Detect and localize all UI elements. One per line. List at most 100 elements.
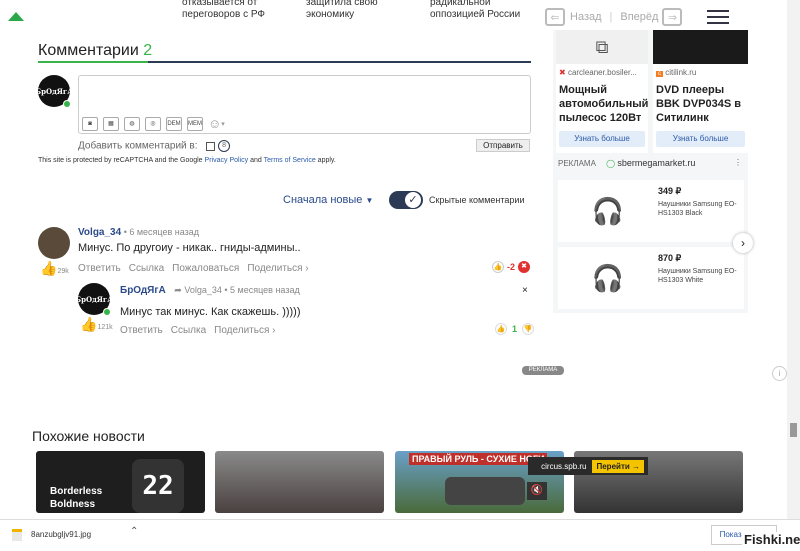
thumbs-up-icon: 👍	[80, 316, 98, 332]
more-vert-icon[interactable]: ⋮	[734, 158, 742, 167]
ad1-source: ✖ carcleaner.bosiler...	[559, 68, 645, 77]
caret-down-icon: ▼	[365, 196, 374, 205]
product2-price: 870 ₽	[658, 253, 682, 263]
share-link[interactable]: Поделиться ›	[247, 263, 308, 274]
reply-arrow-icon: ➦	[174, 285, 182, 295]
similar-news-title: Похожие новости	[32, 428, 145, 444]
share-link[interactable]: Поделиться ›	[214, 325, 275, 336]
video-icon[interactable]: ▦	[103, 116, 119, 131]
ad1-logo-icon: ✖	[559, 68, 568, 77]
instagram-icon[interactable]: ◎	[145, 116, 161, 131]
chevron-up-icon[interactable]: ⌃	[130, 526, 138, 537]
volga-avatar[interactable]	[38, 227, 70, 259]
news-link-3[interactable]: радикальной оппозицией России	[430, 0, 540, 21]
news-link-2[interactable]: защитила свою экономику	[306, 0, 416, 21]
ad-overlay: circus.spb.ru Перейти →	[528, 457, 648, 475]
file-icon	[12, 529, 22, 541]
ad2-button[interactable]: Узнать больше	[656, 131, 745, 147]
card1-line1: Borderless	[50, 486, 103, 497]
crosspost-checkbox[interactable]	[206, 141, 216, 151]
comment1-vote: 👍 -2 ✖	[492, 261, 531, 273]
ad2-source: c citilink.ru	[656, 68, 745, 77]
news-card-2[interactable]	[215, 451, 384, 513]
vote-up-icon[interactable]: 👍	[495, 323, 507, 335]
permalink-link[interactable]: Ссылка	[171, 325, 206, 336]
comment-editor[interactable]: ◙ ▦ ◍ ◎ DEM MEM ☺ ▾	[78, 75, 531, 134]
mute-icon[interactable]: 🔇	[527, 482, 547, 500]
chevron-down-icon[interactable]: ▾	[221, 120, 225, 128]
comment1-author[interactable]: Volga_34	[78, 227, 121, 238]
privacy-link[interactable]: Privacy Policy	[205, 157, 249, 164]
permalink-link[interactable]: Ссылка	[129, 263, 164, 274]
scrollbar[interactable]	[787, 0, 800, 519]
reply-link[interactable]: Ответить	[120, 325, 163, 336]
comment1-header: Volga_34 • 6 месяцев назад	[78, 227, 199, 238]
crosspost-badge: 8	[218, 140, 231, 152]
report-link[interactable]: Пожаловаться	[172, 263, 239, 274]
market-site[interactable]: sbermegamarket.ru	[617, 158, 695, 168]
mem-button[interactable]: MEM	[187, 116, 203, 131]
reply-link[interactable]: Ответить	[78, 263, 121, 274]
comment2-text: Минус так минус. Как скажешь. )))))	[120, 306, 301, 318]
ad-card-1[interactable]: ⧉ ✖ carcleaner.bosiler... Мощный автомоб…	[556, 30, 648, 153]
news-card-1[interactable]: Borderless Boldness 22	[36, 451, 205, 513]
comment2-rating: 👍121k	[80, 316, 113, 334]
hidden-comments-label: Скрытые комментарии	[429, 195, 525, 205]
menu-icon[interactable]	[707, 6, 729, 28]
my-avatar: БрОдЯгА	[35, 75, 73, 108]
camera-icon[interactable]: ◙	[82, 116, 98, 131]
ad-panel: ⧉ ✖ carcleaner.bosiler... Мощный автомоб…	[553, 30, 748, 313]
comment2-author[interactable]: БрОдЯгА	[120, 285, 166, 296]
ad2-title: DVD плееры BBK DVP034S в Ситилинк	[656, 84, 742, 124]
sort-dropdown[interactable]: Сначала новые ▼	[283, 194, 373, 206]
comment2-header: БрОдЯгА ➦ Volga_34 • 5 месяцев назад	[120, 285, 300, 296]
comment2-time[interactable]: • 5 месяцев назад	[224, 285, 299, 295]
overlay-go-button[interactable]: Перейти →	[592, 459, 644, 473]
comment1-time[interactable]: • 6 месяцев назад	[124, 227, 199, 237]
chevron-right-icon[interactable]: ›	[733, 233, 753, 253]
ad1-button[interactable]: Узнать больше	[559, 131, 645, 147]
forward-link[interactable]: Вперёд	[620, 11, 658, 23]
vote-down-icon[interactable]: 👎	[522, 323, 535, 335]
emoji-icon[interactable]: ☺	[208, 116, 221, 131]
comment1-actions: Ответить Ссылка Пожаловаться Поделиться …	[78, 263, 309, 274]
product1-desc: Наушники Samsung EO-HS1303 Black	[658, 201, 737, 217]
market-header: РЕКЛАМА ◯ sbermegamarket.ru ⋮	[558, 158, 744, 168]
product-card-1[interactable]: 🎧 349 ₽ Наушники Samsung EO-HS1303 Black	[558, 180, 744, 242]
ad-label: РЕКЛАМА	[522, 366, 564, 375]
overlay-site[interactable]: circus.spb.ru	[541, 462, 586, 471]
twitter-icon[interactable]: ◍	[124, 116, 140, 131]
send-button[interactable]: Отправить	[476, 139, 530, 152]
editor-toolbar: ◙ ▦ ◍ ◎ DEM MEM ☺ ▾	[82, 116, 225, 131]
vote-down-icon[interactable]: ✖	[518, 261, 531, 273]
title-underline	[38, 61, 531, 63]
scroll-up-icon[interactable]	[8, 12, 24, 21]
dem-button[interactable]: DEM	[166, 116, 182, 131]
card1-line2: Boldness	[50, 499, 96, 510]
brodyaga-avatar[interactable]: БрОдЯгА	[75, 283, 113, 316]
close-icon[interactable]: ×	[522, 285, 528, 296]
forward-arrow-icon[interactable]: ⇒	[662, 8, 683, 26]
comment2-reply-to[interactable]: Volga_34	[184, 285, 222, 295]
info-icon[interactable]: i	[772, 366, 787, 381]
ad1-title: Мощный автомобильный пылесос 120Вт	[559, 84, 649, 124]
vote-up-icon[interactable]: 👍	[492, 261, 504, 273]
thumbs-up-icon: 👍	[40, 260, 58, 276]
online-indicator	[103, 308, 111, 316]
product1-price: 349 ₽	[658, 186, 682, 196]
back-arrow-icon[interactable]: ⇐	[545, 8, 565, 26]
download-filename[interactable]: 8anzubgljv91.jpg	[31, 530, 91, 539]
brodyaga-avatar-label: БрОдЯгА	[75, 294, 113, 304]
news-link-1[interactable]: отказывается от переговоров с РФ	[182, 0, 292, 21]
comment1-rating: 👍29k	[40, 260, 69, 278]
back-link[interactable]: Назад	[570, 11, 602, 23]
hidden-comments-toggle[interactable]	[389, 191, 423, 209]
scrollbar-thumb[interactable]	[790, 423, 797, 437]
market-reklama: РЕКЛАМА	[558, 159, 596, 168]
card3-banner: ПРАВЫЙ РУЛЬ - СУХИЕ НОГИ	[409, 453, 548, 465]
terms-link[interactable]: Terms of Service	[264, 157, 316, 164]
comment1-score: -2	[507, 262, 516, 272]
product-card-2[interactable]: 🎧 870 ₽ Наушники Samsung EO-HS1303 White	[558, 247, 744, 309]
car-image	[445, 477, 525, 505]
ad-card-2[interactable]: c citilink.ru DVD плееры BBK DVP034S в С…	[653, 30, 748, 153]
